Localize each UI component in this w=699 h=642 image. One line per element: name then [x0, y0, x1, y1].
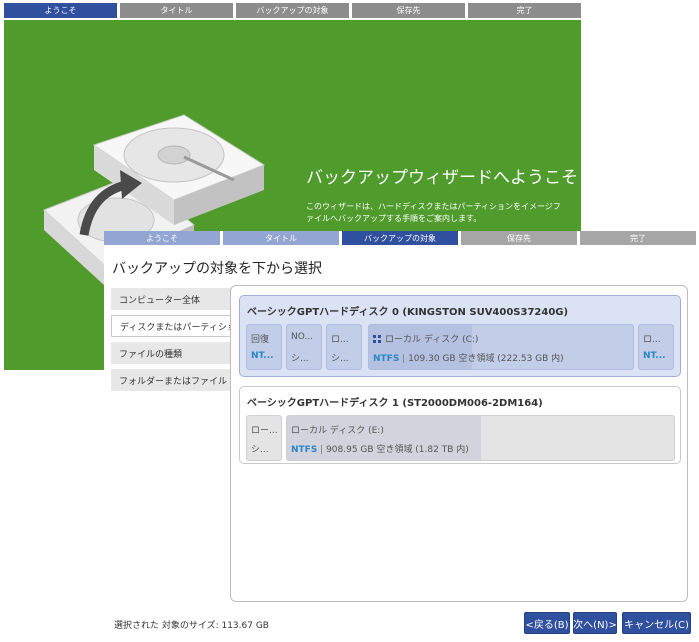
step-destination: 保存先: [461, 231, 577, 245]
partition-local-small[interactable]: ロー... シ...: [246, 415, 282, 461]
partition-no-name[interactable]: NO... シ...: [286, 324, 322, 370]
welcome-description: このウィザードは、ハードディスクまたはパーティションをイメージファイルへバックア…: [306, 202, 561, 223]
back-button[interactable]: <戻る(B): [524, 612, 570, 634]
partition-recovery[interactable]: 回復 NT...: [246, 324, 282, 370]
partition-free-space: 908.95 GB 空き領域 (1.82 TB 内): [326, 445, 469, 455]
next-button[interactable]: 次へ(N)>: [573, 612, 617, 634]
partition-name: ロ...: [643, 335, 661, 345]
partition-fs: NTFS | 908.95 GB 空き領域 (1.82 TB 内): [291, 445, 469, 455]
partition-name: NO...: [291, 332, 314, 342]
sidebar-item-disk-or-partition[interactable]: ディスクまたはパーティション: [111, 315, 245, 337]
sidebar-item-folders-or-files[interactable]: フォルダーまたはファイル: [111, 369, 233, 391]
partition-free-space: 109.30 GB 空き領域 (222.53 GB 内): [408, 354, 564, 364]
partition-name: ロ...: [331, 335, 349, 345]
partition-fs: NTFS | 109.30 GB 空き領域 (222.53 GB 内): [373, 354, 564, 364]
partition-detail: シ...: [291, 354, 309, 364]
sidebar-item-entire-computer[interactable]: コンピューター全体: [111, 288, 233, 310]
step-finish: 完了: [580, 231, 696, 245]
sidebar-item-file-types[interactable]: ファイルの種類: [111, 342, 233, 364]
welcome-step-target: バックアップの対象: [236, 3, 349, 18]
windows-icon: [373, 335, 381, 343]
disk-1-title: ベーシックGPTハードディスク 1 (ST2000DM006-2DM164): [247, 398, 543, 409]
welcome-title: バックアップウィザードへようこそ: [306, 168, 578, 188]
welcome-step-welcome: ようこそ: [4, 3, 117, 18]
partition-name: ローカル ディスク (E:): [291, 426, 384, 436]
selected-size-label: 選択された 対象のサイズ: 113.67 GB: [114, 621, 269, 631]
partition-local-disk-e[interactable]: ローカル ディスク (E:) NTFS | 908.95 GB 空き領域 (1.…: [286, 415, 675, 461]
partition-local-disk-c[interactable]: ローカル ディスク (C:) NTFS | 109.30 GB 空き領域 (22…: [368, 324, 634, 370]
welcome-step-destination: 保存先: [352, 3, 465, 18]
disk-1-card[interactable]: ベーシックGPTハードディスク 1 (ST2000DM006-2DM164) ロ…: [239, 386, 681, 464]
step-bar: ようこそ タイトル バックアップの対象 保存先 完了: [104, 231, 696, 245]
cancel-button[interactable]: キャンセル(C): [622, 612, 691, 634]
disk-0-title: ベーシックGPTハードディスク 0 (KINGSTON SUV400S37240…: [247, 307, 569, 318]
partition-local-end[interactable]: ロ... NT...: [638, 324, 674, 370]
partition-fs: NT...: [643, 351, 666, 361]
welcome-step-title: タイトル: [120, 3, 233, 18]
partition-detail: シ...: [251, 445, 269, 455]
disk-0-card[interactable]: ベーシックGPTハードディスク 0 (KINGSTON SUV400S37240…: [239, 295, 681, 377]
welcome-step-finish: 完了: [468, 3, 581, 18]
step-target: バックアップの対象: [342, 231, 458, 245]
partition-name: 回復: [251, 335, 270, 345]
disk-list-panel: ベーシックGPTハードディスク 0 (KINGSTON SUV400S37240…: [230, 285, 688, 602]
welcome-step-bar: ようこそ タイトル バックアップの対象 保存先 完了: [4, 3, 581, 18]
partition-detail: シ...: [331, 354, 349, 364]
partition-name: ローカル ディスク (C:): [373, 332, 478, 345]
partition-name: ロー...: [251, 426, 278, 436]
page-title: バックアップの対象を下から選択: [112, 261, 322, 277]
step-title: タイトル: [223, 231, 339, 245]
partition-local-small[interactable]: ロ... シ...: [326, 324, 362, 370]
step-welcome: ようこそ: [104, 231, 220, 245]
select-target-window: ようこそ タイトル バックアップの対象 保存先 完了 バックアップの対象を下から…: [104, 231, 696, 642]
partition-fs: NT...: [251, 351, 274, 361]
